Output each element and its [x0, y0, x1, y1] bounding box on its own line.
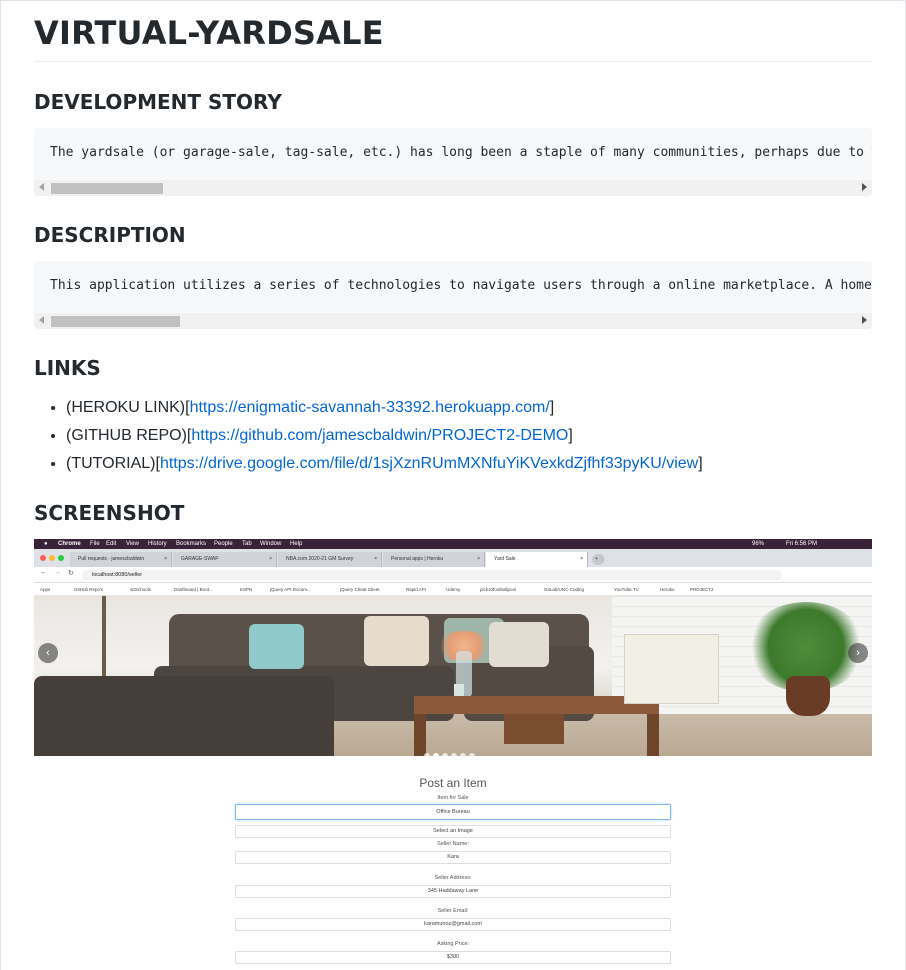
- link-suffix: ]: [549, 399, 555, 416]
- new-tab-icon[interactable]: +: [592, 554, 604, 565]
- browser-tab[interactable]: NBA.com 2020-21 GM Survey ×: [278, 552, 382, 567]
- screenshot-image: ● Chrome File Edit View History Bookmark…: [34, 539, 872, 970]
- bookmark-item[interactable]: GitHub Repo's: [74, 583, 103, 596]
- bookmark-item[interactable]: GitLab/UNC-Coding: [544, 583, 584, 596]
- address-bar-row: ← → ↻ localhost:8080/seller: [34, 567, 872, 583]
- close-tab-icon[interactable]: ×: [374, 552, 377, 567]
- browser-tab[interactable]: GARAGE-SWAP ×: [173, 552, 277, 567]
- scrollbar-thumb[interactable]: [51, 183, 163, 194]
- heading-screenshot: SCREENSHOT: [34, 501, 185, 525]
- links-list: (HEROKU LINK)[https://enigmatic-savannah…: [34, 393, 703, 477]
- menubar-item: File: [90, 541, 100, 547]
- horizontal-scrollbar[interactable]: [34, 180, 872, 196]
- form-title: Post an Item: [419, 776, 487, 790]
- bookmark-item[interactable]: Udemy: [446, 583, 460, 596]
- bookmark-item[interactable]: YouTube TV: [614, 583, 639, 596]
- heroku-link[interactable]: https://enigmatic-savannah-33392.herokua…: [190, 399, 550, 416]
- list-item: (HEROKU LINK)[https://enigmatic-savannah…: [66, 393, 703, 421]
- scroll-left-arrow-icon[interactable]: [39, 183, 44, 191]
- menubar-item: Bookmarks: [176, 541, 207, 547]
- forward-icon[interactable]: →: [54, 569, 61, 576]
- github-repo-link[interactable]: https://github.com/jamescbaldwin/PROJECT…: [191, 427, 568, 444]
- back-icon[interactable]: ←: [40, 569, 47, 576]
- link-suffix: ]: [568, 427, 573, 444]
- bookmark-item[interactable]: PROJECT2: [690, 583, 714, 596]
- bookmark-item[interactable]: pick10footballpool: [480, 583, 516, 596]
- address-input[interactable]: localhost:8080/seller: [82, 570, 782, 580]
- bookmark-item[interactable]: Dashboard | Boot...: [174, 583, 213, 596]
- carousel-indicators[interactable]: [424, 746, 478, 756]
- close-tab-icon[interactable]: ×: [580, 552, 583, 567]
- menubar-app: Chrome: [58, 541, 81, 547]
- link-prefix: (HEROKU LINK)[: [66, 399, 190, 416]
- seller-address-label: Seller Address:: [434, 875, 472, 881]
- code-block-development-story: The yardsale (or garage-sale, tag-sale, …: [34, 128, 872, 196]
- list-item: (GITHUB REPO)[https://github.com/jamescb…: [66, 421, 703, 449]
- heading-description: DESCRIPTION: [34, 223, 186, 247]
- readme-body: VIRTUAL-YARDSALE DEVELOPMENT STORY The y…: [34, 0, 872, 525]
- code-block-description: This application utilizes a series of te…: [34, 261, 872, 329]
- seller-address-input[interactable]: 345 Haddaway Lane: [235, 885, 671, 898]
- seller-email-input[interactable]: karamunoz@gmail.com: [235, 918, 671, 931]
- close-tab-icon[interactable]: ×: [477, 552, 480, 567]
- menubar-clock: Fri 6:56 PM: [786, 541, 818, 547]
- readme-title: VIRTUAL-YARDSALE: [34, 0, 872, 62]
- bookmark-item[interactable]: jQuery API Docum...: [270, 583, 311, 596]
- link-prefix: (GITHUB REPO)[: [66, 427, 192, 444]
- maximize-window-icon[interactable]: [58, 555, 64, 561]
- minimize-window-icon[interactable]: [49, 555, 55, 561]
- browser-tabs: Pull requests · jamescbaldwin × GARAGE-SW…: [34, 549, 872, 567]
- horizontal-scrollbar[interactable]: [34, 313, 872, 329]
- living-room-carousel-image: ‹ ›: [34, 596, 872, 756]
- menubar-item: Window: [260, 541, 282, 547]
- scroll-right-arrow-icon[interactable]: [862, 316, 867, 324]
- bookmark-item[interactable]: w3schools: [130, 583, 151, 596]
- code-text: This application utilizes a series of te…: [50, 278, 872, 293]
- battery-status: 96%: [752, 541, 765, 547]
- close-tab-icon[interactable]: ×: [269, 552, 272, 567]
- browser-tab[interactable]: Pull requests · jamescbaldwin ×: [70, 552, 172, 567]
- code-text: The yardsale (or garage-sale, tag-sale, …: [50, 145, 872, 160]
- browser-tab[interactable]: Personal apps | Heroku ×: [383, 552, 485, 567]
- mac-menubar: ● Chrome File Edit View History Bookmark…: [34, 539, 872, 549]
- apple-icon: ●: [44, 541, 48, 547]
- bookmark-item[interactable]: ESPN: [240, 583, 252, 596]
- scroll-left-arrow-icon[interactable]: [39, 316, 44, 324]
- menubar-item: Help: [290, 541, 303, 547]
- bookmark-item[interactable]: jQuery Cheat Sheet: [340, 583, 380, 596]
- post-item-form: Post an Item Item for Sale Office Bureau…: [34, 756, 872, 970]
- link-prefix: (TUTORIAL)[: [66, 455, 160, 472]
- close-window-icon[interactable]: [40, 555, 46, 561]
- link-suffix: ]: [698, 455, 703, 472]
- heading-links: LINKS: [34, 356, 101, 380]
- list-item: (TUTORIAL)[https://drive.google.com/file…: [66, 449, 703, 477]
- item-label: Item for Sale: [437, 795, 469, 801]
- item-input[interactable]: Office Bureau: [235, 804, 671, 820]
- carousel-prev-button[interactable]: ‹: [38, 643, 58, 663]
- close-tab-icon[interactable]: ×: [164, 552, 167, 567]
- select-image-input[interactable]: Select an Image: [235, 825, 671, 838]
- seller-email-label: Seller Email:: [437, 908, 469, 914]
- menubar-item: Tab: [242, 541, 252, 547]
- scroll-right-arrow-icon[interactable]: [862, 183, 867, 191]
- bookmark-item[interactable]: Rapid API: [406, 583, 426, 596]
- seller-name-input[interactable]: Kara: [235, 851, 671, 864]
- asking-price-label: Asking Price:: [436, 941, 470, 947]
- heading-development-story: DEVELOPMENT STORY: [34, 90, 282, 114]
- tutorial-link[interactable]: https://drive.google.com/file/d/1sjXznRU…: [160, 455, 698, 472]
- bookmark-item[interactable]: Heroku: [660, 583, 675, 596]
- asking-price-input[interactable]: $300: [235, 951, 671, 964]
- scrollbar-thumb[interactable]: [51, 316, 180, 327]
- menubar-item: Edit: [106, 541, 117, 547]
- reload-icon[interactable]: ↻: [68, 569, 74, 577]
- bookmark-item[interactable]: Apps: [40, 583, 50, 596]
- menubar-item: View: [126, 541, 139, 547]
- browser-tab-active[interactable]: Yard Sale ×: [486, 552, 588, 567]
- bookmarks-bar: Apps GitHub Repo's w3schools Dashboard |…: [34, 583, 872, 596]
- carousel-next-button[interactable]: ›: [848, 643, 868, 663]
- menubar-item: People: [214, 541, 233, 547]
- seller-name-label: Seller Name:: [437, 841, 469, 847]
- menubar-item: History: [148, 541, 167, 547]
